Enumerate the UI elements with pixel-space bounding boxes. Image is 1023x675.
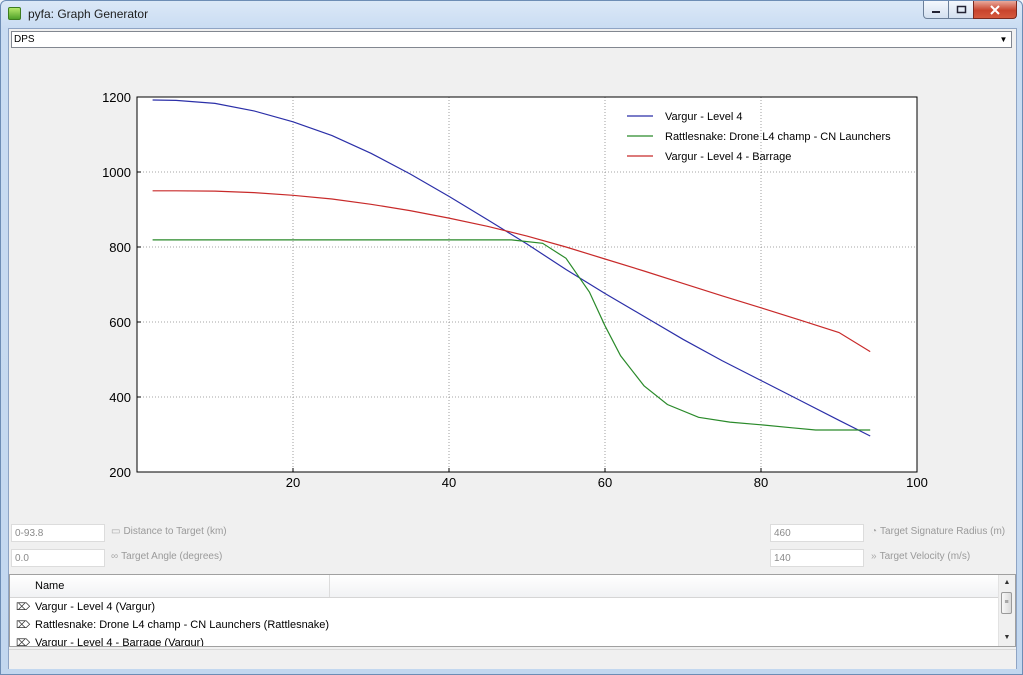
legend-entry-1: Rattlesnake: Drone L4 champ - CN Launche… (665, 131, 891, 143)
y-tick-label: 600 (109, 315, 131, 330)
x-tick-label: 60 (598, 475, 612, 490)
title-bar[interactable]: pyfa: Graph Generator (1, 1, 1022, 27)
legend-entry-2: Vargur - Level 4 - Barrage (665, 151, 791, 163)
ship-icon: ⌦ (16, 638, 31, 646)
list-item[interactable]: ⌦ Vargur - Level 4 (Vargur) (10, 599, 1000, 617)
minimize-button[interactable] (923, 1, 949, 19)
velocity-input[interactable] (770, 549, 864, 567)
app-icon (8, 7, 21, 20)
status-bar (9, 649, 1016, 669)
maximize-button[interactable] (948, 1, 974, 19)
maximize-icon (956, 5, 966, 14)
list-header: Name (10, 575, 1000, 598)
close-button[interactable] (973, 1, 1017, 19)
signature-icon: ◔ (871, 526, 878, 537)
y-tick-label: 400 (109, 390, 131, 405)
signature-radius-input[interactable] (770, 524, 864, 542)
distance-input[interactable] (11, 524, 105, 542)
signature-radius-label: ◔ Target Signature Radius (m) (871, 526, 1006, 537)
fit-list: Name ⌦ Vargur - Level 4 (Vargur) ⌦ Rattl… (9, 574, 1016, 647)
x-tick-label: 40 (442, 475, 456, 490)
x-tick-label: 100 (906, 475, 928, 490)
angle-input[interactable] (11, 549, 105, 567)
ship-icon: ⌦ (16, 602, 31, 613)
graph-type-value: DPS (14, 34, 35, 45)
y-tick-label: 1000 (102, 165, 131, 180)
chevron-down-icon[interactable]: ▼ (997, 33, 1010, 46)
ship-icon: ⌦ (16, 620, 31, 631)
dps-chart: 20 40 60 80 100 200 400 600 800 1000 1200 Vargur - … (9, 49, 1016, 519)
graph-type-select[interactable]: DPS ▼ (11, 31, 1012, 48)
velocity-icon: » (871, 551, 877, 562)
chart-svg: 20 40 60 80 100 200 400 600 800 1000 1200 Vargur - … (102, 90, 928, 490)
app-window: pyfa: Graph Generator DPS ▼ 20 40 60 80 100 2… (0, 0, 1023, 675)
scroll-up-icon[interactable]: ▲ (999, 575, 1015, 591)
parameters-panel: ▭ Distance to Target (km) ∞ Target Angle… (9, 521, 1016, 571)
close-icon (990, 4, 1000, 15)
y-tick-label: 1200 (102, 90, 131, 105)
y-tick-label: 800 (109, 240, 131, 255)
list-item[interactable]: ⌦ Rattlesnake: Drone L4 champ - CN Launc… (10, 617, 1000, 635)
column-header-name[interactable]: Name (10, 575, 330, 597)
velocity-label: » Target Velocity (m/s) (871, 551, 971, 562)
client-area: DPS ▼ 20 40 60 80 100 200 400 600 800 1000 1200 Var… (8, 28, 1017, 669)
angle-icon: ∞ (111, 551, 119, 562)
legend-entry-0: Vargur - Level 4 (665, 111, 742, 123)
scroll-thumb[interactable]: ≡ (1001, 592, 1012, 614)
list-item[interactable]: ⌦ Vargur - Level 4 - Barrage (Vargur) (10, 635, 1000, 646)
plot-area (137, 97, 917, 472)
y-tick-label: 200 (109, 465, 131, 480)
window-title: pyfa: Graph Generator (28, 7, 149, 21)
x-tick-label: 80 (754, 475, 768, 490)
x-tick-label: 20 (286, 475, 300, 490)
ruler-icon: ▭ (111, 526, 121, 537)
angle-label: ∞ Target Angle (degrees) (111, 551, 223, 562)
scroll-down-icon[interactable]: ▼ (999, 630, 1015, 646)
distance-label: ▭ Distance to Target (km) (111, 526, 227, 537)
list-scrollbar[interactable]: ▲ ≡ ▼ (998, 575, 1015, 646)
minimize-icon (932, 10, 940, 13)
